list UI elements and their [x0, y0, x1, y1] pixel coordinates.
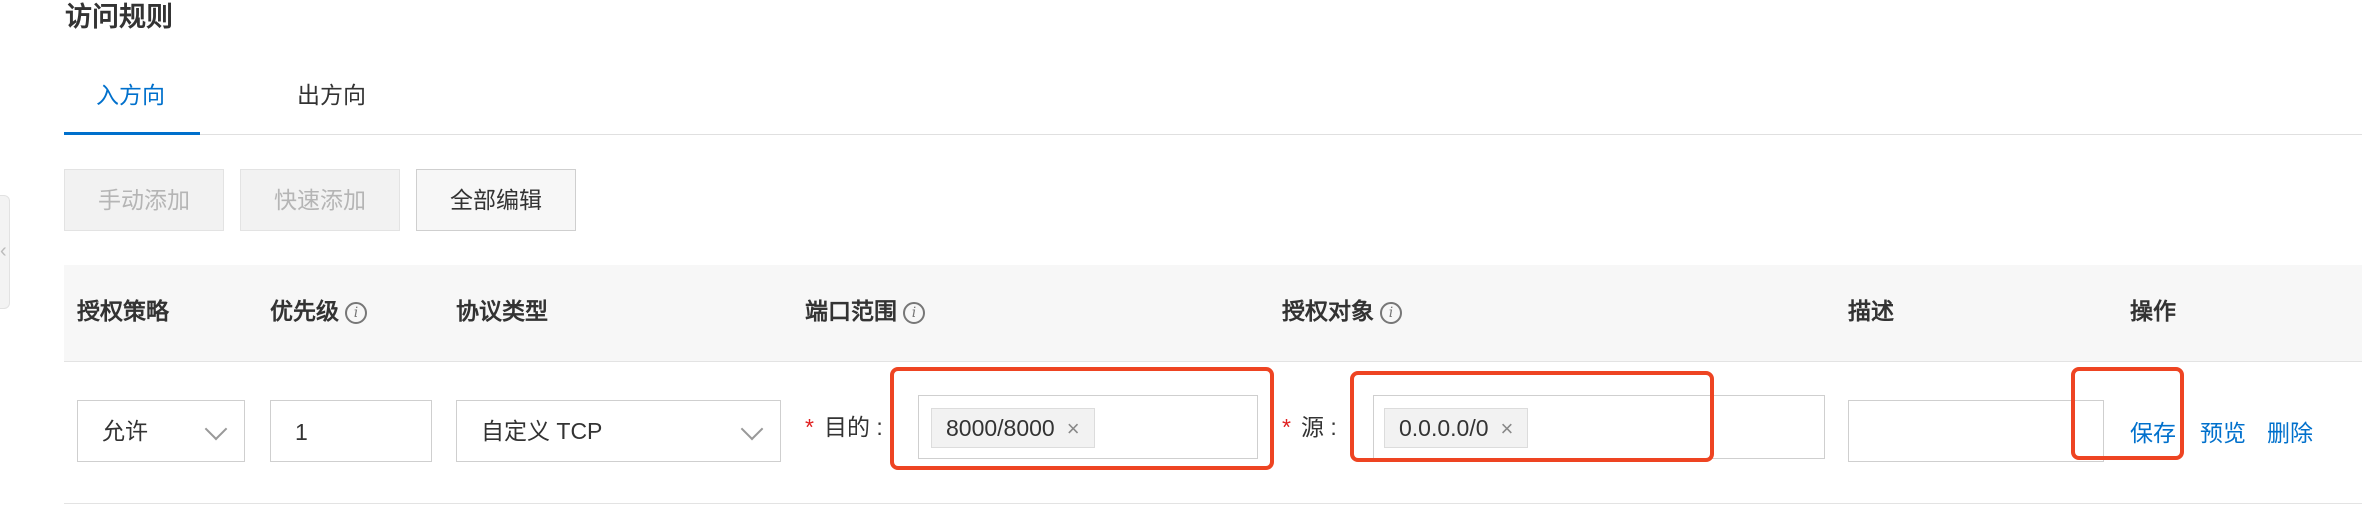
tabs-divider — [64, 134, 2362, 135]
section-title: 访问规则 — [65, 2, 173, 32]
header-priority-label: 优先级 — [270, 298, 339, 324]
protocol-select[interactable]: 自定义 TCP — [456, 400, 781, 462]
preview-link[interactable]: 预览 — [2200, 418, 2246, 448]
required-marker: * — [1282, 414, 1291, 440]
tab-inbound[interactable]: 入方向 — [96, 80, 165, 110]
header-auth-object: 授权对象 i — [1282, 296, 1402, 326]
chevron-down-icon — [204, 417, 228, 441]
tab-outbound[interactable]: 出方向 — [297, 80, 366, 110]
policy-select-value: 允许 — [102, 418, 148, 444]
source-label: * 源 : — [1282, 412, 1337, 442]
header-policy: 授权策略 — [77, 298, 169, 324]
table-header — [64, 265, 2362, 362]
info-icon[interactable]: i — [903, 301, 925, 324]
highlight-box-port — [890, 367, 1274, 470]
info-icon[interactable]: i — [1380, 301, 1402, 324]
chevron-down-icon — [740, 417, 764, 441]
header-port-range: 端口范围 i — [805, 296, 925, 326]
port-destination-label: * 目的 : — [805, 412, 883, 442]
manual-add-button[interactable]: 手动添加 — [64, 169, 224, 231]
highlight-box-save — [2071, 367, 2184, 460]
quick-add-button[interactable]: 快速添加 — [240, 169, 400, 231]
row-divider — [64, 503, 2362, 504]
chevron-left-icon: ‹ — [0, 240, 7, 262]
protocol-select-value: 自定义 TCP — [481, 418, 603, 444]
header-actions: 操作 — [2130, 298, 2176, 324]
active-tab-indicator — [64, 132, 200, 135]
highlight-box-source — [1350, 371, 1714, 462]
priority-input[interactable]: 1 — [270, 400, 432, 462]
source-label-text: 源 : — [1300, 414, 1337, 440]
side-collapse-handle[interactable]: ‹ — [0, 195, 10, 309]
required-marker: * — [805, 414, 814, 440]
header-port-range-label: 端口范围 — [805, 298, 897, 324]
edit-all-button[interactable]: 全部编辑 — [416, 169, 576, 231]
description-input[interactable] — [1848, 400, 2104, 462]
header-protocol: 协议类型 — [456, 298, 548, 324]
policy-select[interactable]: 允许 — [77, 400, 245, 462]
header-description: 描述 — [1848, 298, 1894, 324]
info-icon[interactable]: i — [345, 301, 367, 324]
header-priority: 优先级 i — [270, 296, 367, 326]
delete-link[interactable]: 删除 — [2267, 418, 2313, 448]
port-destination-label-text: 目的 : — [823, 414, 883, 440]
header-auth-object-label: 授权对象 — [1282, 298, 1374, 324]
priority-input-value: 1 — [295, 419, 308, 445]
